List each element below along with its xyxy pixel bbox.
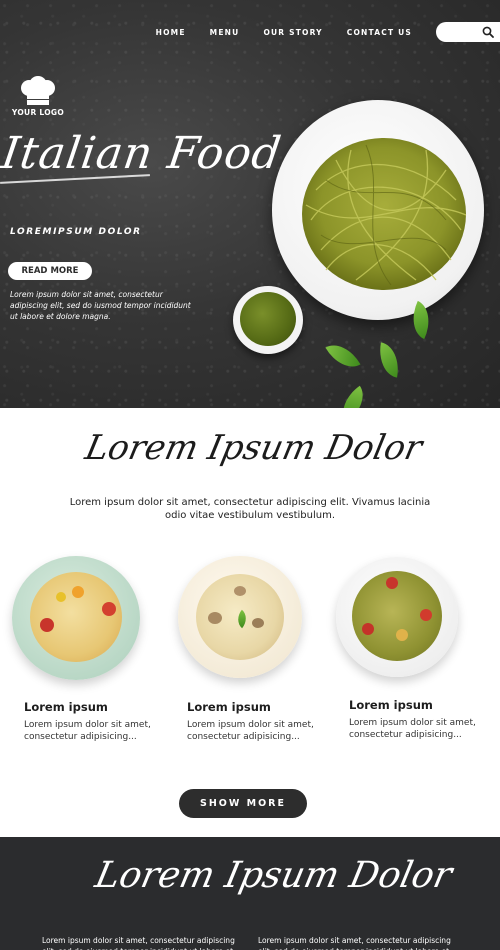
hero-description: Lorem ipsum dolor sit amet, consectetur … <box>10 290 191 321</box>
tomato <box>386 577 398 589</box>
footer-title: Lorem Ipsum Dolor <box>91 855 456 896</box>
show-more-button[interactable]: SHOW MORE <box>179 789 307 818</box>
dish-text: Lorem ipsum dolor sit amet, consectetur … <box>24 720 151 742</box>
hero-title: Italian Food <box>0 128 285 179</box>
tomato <box>420 609 432 621</box>
pepper <box>72 586 84 598</box>
nav-item-menu[interactable]: MENU <box>210 28 240 37</box>
mushroom <box>208 612 222 624</box>
section-title: Lorem Ipsum Dolor <box>81 428 426 468</box>
nav-item-contact-us[interactable]: CONTACT US <box>347 28 412 37</box>
dish-image-tagliatelle[interactable] <box>12 556 140 680</box>
dish-image-spaghetti[interactable] <box>178 556 302 678</box>
dish-text: Lorem ipsum dolor sit amet, consectetur … <box>187 720 314 742</box>
search-box[interactable] <box>436 22 500 42</box>
nav-item-our-story[interactable]: OUR STORY <box>263 28 322 37</box>
dish-title: Lorem ipsum <box>24 700 108 714</box>
dish-image-pesto-pasta[interactable] <box>336 557 458 677</box>
pesto-spaghetti-image <box>302 138 467 290</box>
footer-section: Lorem Ipsum Dolor Lorem ipsum dolor sit … <box>0 837 500 950</box>
dish-title: Lorem ipsum <box>349 698 433 712</box>
footer-text-left: Lorem ipsum dolor sit amet, consectetur … <box>42 936 235 950</box>
pepper <box>56 592 66 602</box>
read-more-button[interactable]: READ MORE <box>8 262 92 280</box>
search-icon[interactable] <box>482 26 494 38</box>
tomato <box>102 602 116 616</box>
main-nav: HOME MENU OUR STORY CONTACT US <box>156 22 500 42</box>
pesto-sauce <box>240 292 296 346</box>
mushroom <box>252 618 264 628</box>
brand-logo[interactable]: YOUR LOGO <box>10 76 66 117</box>
chef-hat-icon <box>21 76 55 105</box>
section-description: Lorem ipsum dolor sit amet, consectetur … <box>69 497 431 521</box>
nav-item-home[interactable]: HOME <box>156 28 186 37</box>
tomato <box>40 618 54 632</box>
hero-section: HOME MENU OUR STORY CONTACT US YOUR LOGO… <box>0 0 500 408</box>
dish-title: Lorem ipsum <box>187 700 271 714</box>
logo-text: YOUR LOGO <box>11 108 65 117</box>
mushroom <box>234 586 246 596</box>
dish-text: Lorem ipsum dolor sit amet, consectetur … <box>349 718 476 740</box>
tomato <box>362 623 374 635</box>
potato <box>396 629 408 641</box>
hero-subtitle: LOREMIPSUM DOLOR <box>10 227 142 237</box>
footer-text-right: Lorem ipsum dolor sit amet, consectetur … <box>258 936 451 950</box>
